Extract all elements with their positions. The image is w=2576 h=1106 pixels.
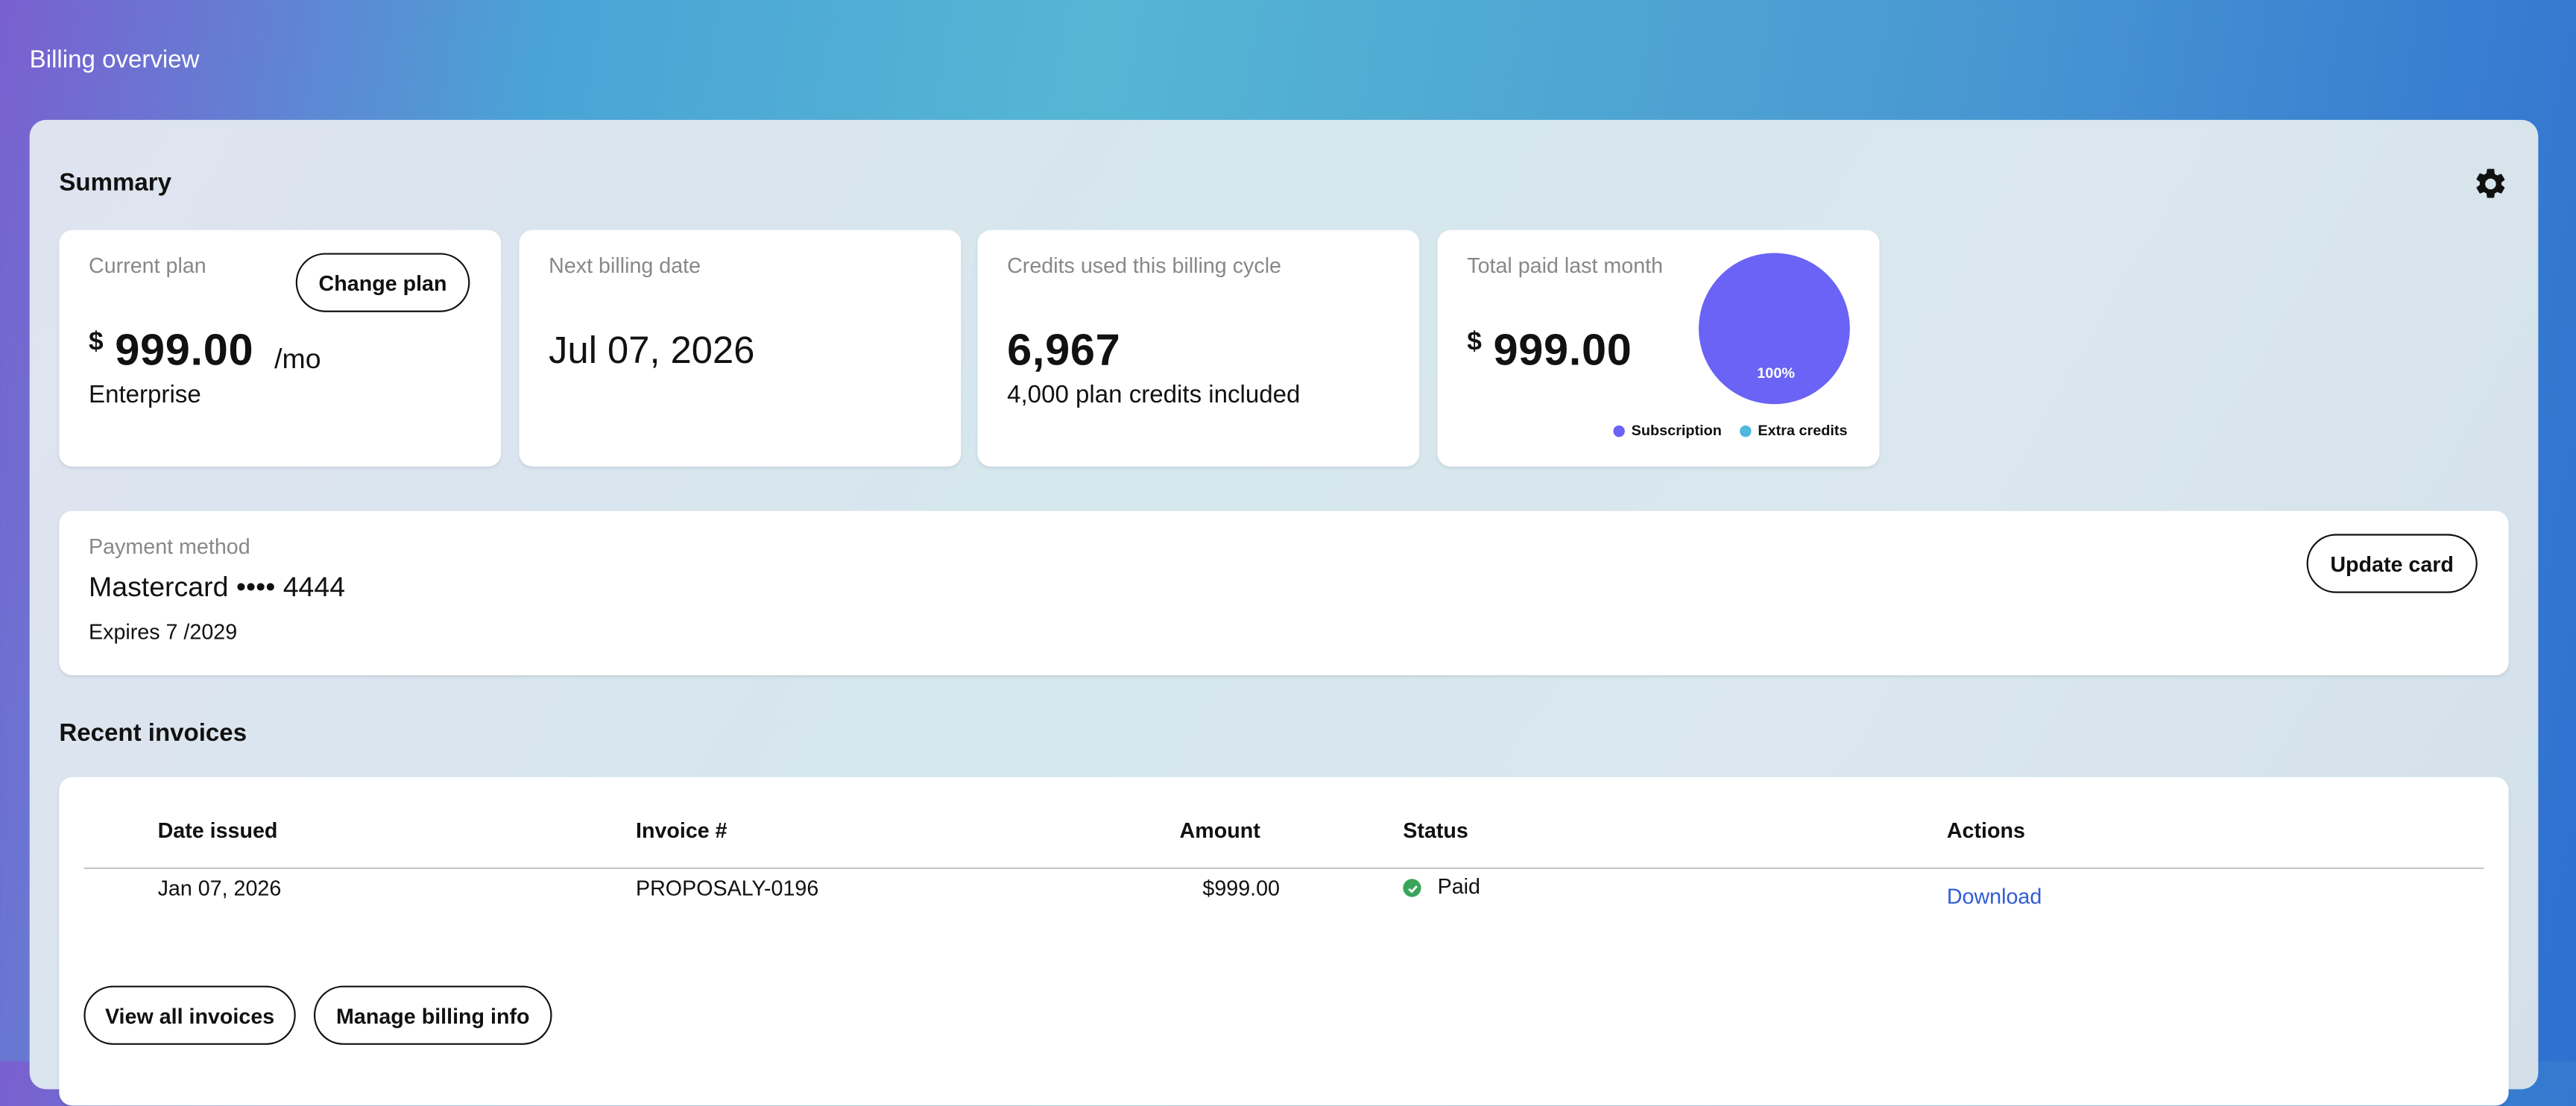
credits-used: 6,967 (1007, 325, 1121, 375)
total-paid-label: Total paid last month (1467, 253, 1664, 278)
plan-price: 999.00 (115, 325, 254, 375)
update-card-button[interactable]: Update card (2306, 534, 2478, 593)
pie-percent-label: 100% (1757, 365, 1795, 382)
col-status: Status (1403, 818, 1468, 843)
credits-card: Credits used this billing cycle 6,967 4,… (977, 230, 1420, 467)
invoice-date: Jan 07, 2026 (157, 875, 282, 900)
invoice-status: Paid (1437, 873, 1480, 899)
next-billing-date: Jul 07, 2026 (549, 328, 755, 372)
subscription-dot (1613, 424, 1625, 437)
legend-subscription: Subscription (1613, 423, 1722, 439)
current-plan-card: Current plan Change plan $ 999.00 /mo En… (59, 230, 502, 467)
summary-heading: Summary (59, 169, 172, 197)
credits-label: Credits used this billing cycle (1007, 253, 1281, 278)
invoice-number: PROPOSALY-0196 (635, 875, 819, 900)
extra-credits-dot (1740, 424, 1752, 437)
change-plan-button[interactable]: Change plan (295, 253, 470, 312)
view-all-invoices-button[interactable]: View all invoices (83, 985, 296, 1045)
card-number: Mastercard •••• 4444 (89, 572, 346, 603)
legend-subscription-label: Subscription (1631, 422, 1722, 439)
manage-billing-button[interactable]: Manage billing info (313, 985, 552, 1045)
legend-extra-credits: Extra credits (1740, 422, 1848, 439)
invoices-card: Date issued Invoice # Amount Status Acti… (59, 777, 2509, 1106)
col-invoice-number: Invoice # (635, 818, 727, 843)
payment-pie-chart: 100% (1699, 253, 1850, 405)
col-date-issued: Date issued (157, 818, 278, 843)
stage: Billing overview Summary Current plan Ch… (0, 0, 2576, 1106)
total-paid-amount: 999.00 (1493, 325, 1632, 375)
next-billing-card: Next billing date Jul 07, 2026 (519, 230, 962, 467)
col-actions: Actions (1946, 818, 2025, 843)
total-paid-card: Total paid last month $ 999.00 100% Subs… (1437, 230, 1880, 467)
payment-method-card: Payment method Mastercard •••• 4444 Expi… (59, 511, 2509, 675)
payment-method-label: Payment method (89, 534, 250, 559)
check-circle-icon (1403, 879, 1421, 897)
recent-invoices-heading: Recent invoices (59, 719, 247, 748)
plan-name: Enterprise (89, 381, 201, 409)
download-link[interactable]: Download (1947, 884, 2042, 908)
total-paid-currency: $ (1467, 328, 1482, 357)
plan-period: /mo (274, 343, 321, 375)
invoice-amount: $999.00 (1202, 875, 1280, 900)
header-divider (83, 867, 2484, 870)
card-expiry: Expires 7 /2029 (89, 619, 238, 645)
next-billing-label: Next billing date (549, 253, 701, 278)
page-title: Billing overview (29, 45, 200, 75)
credits-included: 4,000 plan credits included (1007, 381, 1301, 409)
gear-icon[interactable] (2472, 166, 2508, 202)
currency-symbol: $ (89, 328, 104, 357)
current-plan-label: Current plan (89, 253, 206, 278)
legend-extra-label: Extra credits (1758, 422, 1848, 439)
col-amount: Amount (1179, 818, 1260, 843)
billing-panel: Summary Current plan Change plan $ 999.0… (29, 119, 2539, 1106)
